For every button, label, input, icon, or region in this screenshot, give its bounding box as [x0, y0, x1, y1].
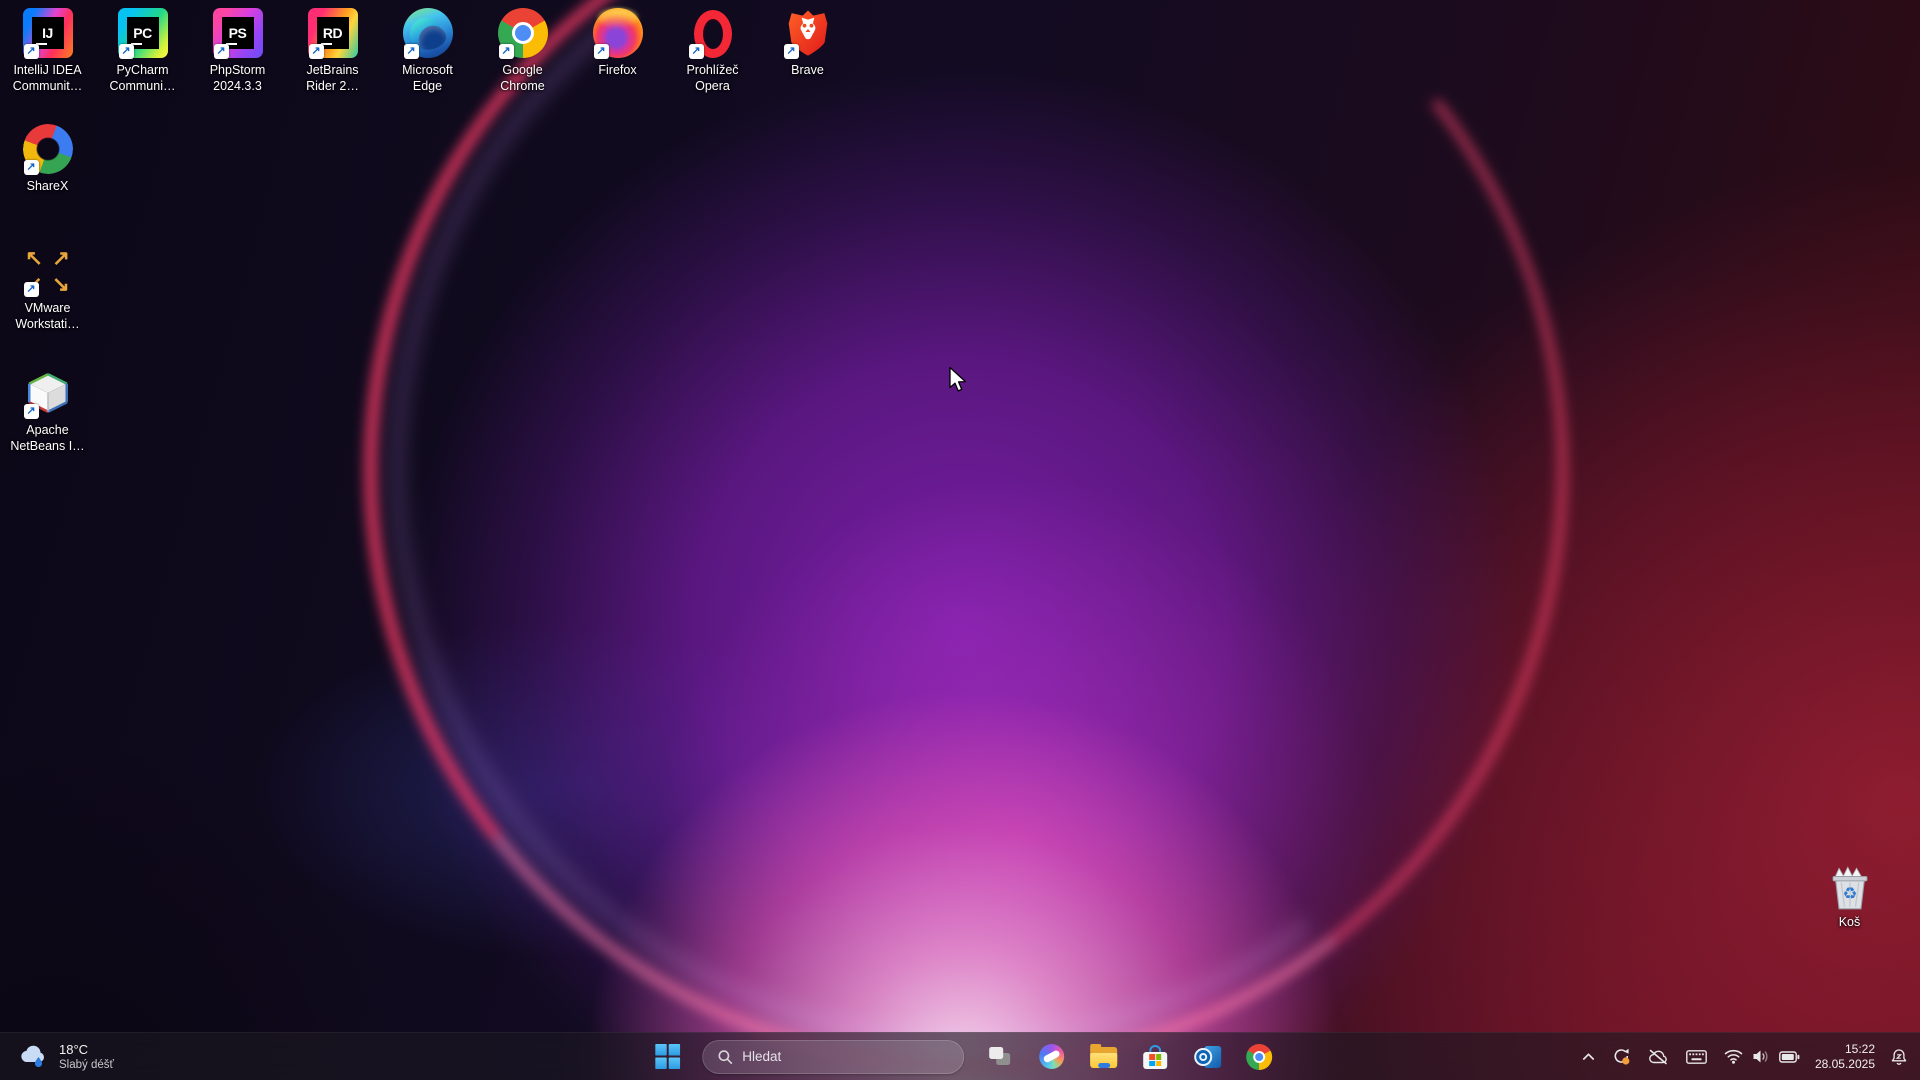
microsoft-store-button[interactable] — [1132, 1035, 1178, 1079]
file-explorer-button[interactable] — [1080, 1035, 1126, 1079]
windows-logo-icon — [655, 1044, 680, 1069]
desktop-icon-apache-netbeans[interactable]: ↗ ApacheNetBeans I… — [0, 366, 95, 454]
chrome-button[interactable] — [1236, 1035, 1282, 1079]
system-tray: 15:22 28.05.2025 — [1580, 1033, 1910, 1080]
desktop-icon-label: ApacheNetBeans I… — [10, 422, 84, 454]
desktop-icon-label: PyCharmCommuni… — [110, 62, 176, 94]
svg-text:♻: ♻ — [1842, 884, 1857, 903]
hidden-icons-chevron[interactable] — [1580, 1048, 1597, 1065]
microsoft-store-icon — [1143, 1045, 1167, 1069]
task-view-button[interactable] — [976, 1035, 1022, 1079]
taskbar-search-box[interactable]: Hledat — [702, 1040, 964, 1074]
search-icon — [717, 1049, 733, 1065]
shortcut-arrow-icon: ↗ — [309, 44, 324, 59]
desktop-icon-firefox[interactable]: ↗ Firefox — [570, 6, 665, 78]
shortcut-arrow-icon: ↗ — [689, 44, 704, 59]
desktop-icon-pycharm[interactable]: PC ↗ PyCharmCommuni… — [95, 6, 190, 94]
do-not-disturb-bell-icon — [1890, 1048, 1908, 1066]
quick-settings[interactable] — [1722, 1045, 1802, 1068]
shortcut-arrow-icon: ↗ — [594, 44, 609, 59]
weather-condition: Slabý déšť — [59, 1058, 114, 1072]
battery-icon — [1779, 1051, 1800, 1063]
desktop-icon-intellij-idea[interactable]: IJ ↗ IntelliJ IDEACommunit… — [0, 6, 95, 94]
desktop-icon-label: GoogleChrome — [500, 62, 544, 94]
rain-cloud-icon — [18, 1044, 50, 1070]
wifi-icon — [1724, 1049, 1743, 1064]
desktop-icon-sharex[interactable]: ↗ ShareX — [0, 122, 95, 194]
outlook-button[interactable] — [1184, 1035, 1230, 1079]
taskbar: 18°C Slabý déšť Hledat — [0, 1032, 1920, 1080]
shortcut-arrow-icon: ↗ — [24, 44, 39, 59]
desktop-icon-label: Firefox — [598, 62, 636, 78]
desktop-icon-microsoft-edge[interactable]: ↗ MicrosoftEdge — [380, 6, 475, 94]
recycle-bin-icon: ♻ — [1828, 865, 1872, 911]
desktop-icon-opera[interactable]: ↗ ProhlížečOpera — [665, 6, 760, 94]
tray-date: 28.05.2025 — [1815, 1057, 1875, 1072]
desktop-icon-label: Koš — [1839, 914, 1861, 930]
shortcut-arrow-icon: ↗ — [499, 44, 514, 59]
mouse-cursor — [948, 366, 968, 394]
search-placeholder: Hledat — [742, 1049, 781, 1064]
desktop-icon-label: IntelliJ IDEACommunit… — [13, 62, 82, 94]
cloud-offline-icon — [1648, 1049, 1669, 1065]
desktop-icon-label: PhpStorm2024.3.3 — [210, 62, 266, 94]
sync-pending-tray-icon[interactable] — [1610, 1044, 1633, 1069]
volume-icon — [1752, 1049, 1770, 1064]
desktop-icon-label: JetBrainsRider 2… — [306, 62, 359, 94]
google-chrome-icon — [1246, 1044, 1272, 1070]
sync-arrows-icon — [1612, 1048, 1631, 1065]
onedrive-offline-tray-icon[interactable] — [1646, 1045, 1671, 1069]
chevron-up-icon — [1582, 1052, 1595, 1061]
desktop-icon-label: MicrosoftEdge — [402, 62, 453, 94]
desktop-icon-label: Brave — [791, 62, 824, 78]
desktop-icon-label: ShareX — [27, 178, 69, 194]
shortcut-arrow-icon: ↗ — [119, 44, 134, 59]
desktop-icon-brave[interactable]: ↗ Brave — [760, 6, 855, 78]
shortcut-arrow-icon: ↗ — [214, 44, 229, 59]
weather-text: 18°C Slabý déšť — [59, 1042, 114, 1072]
desktop-icon-label: ProhlížečOpera — [686, 62, 738, 94]
weather-temperature: 18°C — [59, 1042, 88, 1058]
touch-keyboard-tray-icon[interactable] — [1684, 1046, 1709, 1068]
desktop-icon-label: VMwareWorkstati… — [15, 300, 79, 332]
copilot-icon — [1039, 1044, 1064, 1069]
taskbar-center: Hledat — [644, 1033, 1282, 1080]
task-view-icon — [987, 1045, 1012, 1068]
start-button[interactable] — [644, 1035, 690, 1079]
desktop-icon-phpstorm[interactable]: PS ↗ PhpStorm2024.3.3 — [190, 6, 285, 94]
desktop-icon-google-chrome[interactable]: ↗ GoogleChrome — [475, 6, 570, 94]
shortcut-arrow-icon: ↗ — [24, 160, 39, 175]
desktop-icon-vmware-workstation[interactable]: ↗↗ ↗↗ ↗ VMwareWorkstati… — [0, 244, 95, 332]
tray-time: 15:22 — [1815, 1042, 1875, 1057]
desktop-icon-recycle-bin[interactable]: ♻ Koš — [1802, 864, 1897, 930]
keyboard-icon — [1686, 1050, 1707, 1064]
desktop-icon-jetbrains-rider[interactable]: RD ↗ JetBrainsRider 2… — [285, 6, 380, 94]
weather-widget[interactable]: 18°C Slabý déšť — [8, 1033, 124, 1080]
desktop-icon-grid: IJ ↗ IntelliJ IDEACommunit… PC ↗ PyCharm… — [0, 0, 1920, 1080]
shortcut-arrow-icon: ↗ — [784, 44, 799, 59]
shortcut-arrow-icon: ↗ — [24, 282, 39, 297]
shortcut-arrow-icon: ↗ — [404, 44, 419, 59]
outlook-icon — [1194, 1044, 1221, 1070]
shortcut-arrow-icon: ↗ — [24, 404, 39, 419]
clock[interactable]: 15:22 28.05.2025 — [1815, 1042, 1875, 1072]
notification-center-button[interactable] — [1888, 1044, 1910, 1070]
copilot-button[interactable] — [1028, 1035, 1074, 1079]
file-explorer-icon — [1090, 1045, 1117, 1068]
